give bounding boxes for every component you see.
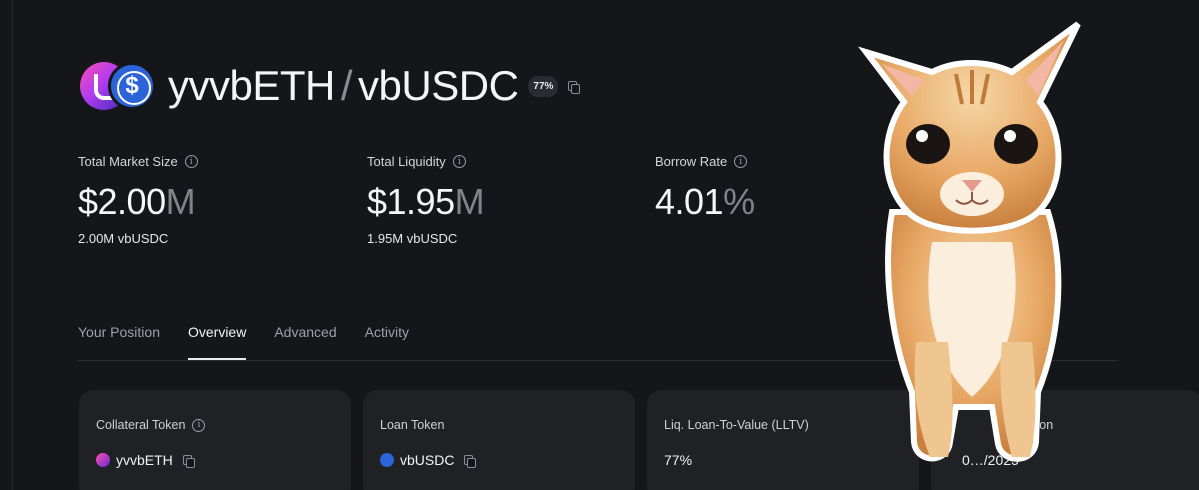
stat-value: $2.00M [78,181,196,222]
stat-subvalue: 2.00M vbUSDC [78,231,169,246]
card-collateral-token: Collateral Token i yvvbETH [79,390,351,490]
tab-advanced[interactable]: Advanced [274,320,336,360]
tab-activity[interactable]: Activity [365,320,409,360]
tab-your-position[interactable]: Your Position [78,320,160,360]
stat-label: Total Liquidity i [367,154,484,169]
card-value: yvvbETH [96,452,334,468]
stat-total-market-size: Total Market Size i $2.00M 2.00M vbUSDC [78,154,198,246]
info-icon[interactable]: i [184,155,198,168]
stat-value: 4.01% [655,181,755,222]
copy-icon[interactable] [182,454,195,468]
stat-subvalue: 1.95M vbUSDC [367,231,458,246]
stat-borrow-rate: Borrow Rate i 4.01% [655,154,755,223]
copy-icon[interactable] [464,454,477,468]
tab-overview[interactable]: Overview [187,320,247,360]
stat-label: Borrow Rate i [655,154,755,169]
card-loan-token: Loan Token vbUSDC [363,390,635,490]
market-page: $ yvvbETH / vbUSDC 77% Total Market Size i … [0,0,1199,490]
stat-label: Total Market Size i [78,154,198,169]
lltv-badge: 77% [528,75,559,97]
vbusdc-logo-icon: $ [108,62,156,110]
vbusdc-token-icon [380,453,394,467]
card-value: vbUSDC [380,452,618,468]
card-label: Collateral Token i [96,418,334,432]
copy-icon[interactable] [568,80,581,94]
sidebar-divider [12,0,13,490]
stat-total-liquidity: Total Liquidity i $1.95M 1.95M vbUSDC [367,154,485,246]
stat-value: $1.95M [367,181,485,222]
yvvbeth-token-icon [96,453,110,467]
card-label: Loan Token [380,418,445,432]
collateral-symbol: yvvbETH [168,62,335,109]
info-icon[interactable]: i [192,418,206,432]
cat-sticker-image [858,21,1081,462]
market-header: $ yvvbETH / vbUSDC 77% [80,60,581,112]
info-icon[interactable]: i [452,155,466,168]
pair-separator: / [340,62,353,109]
info-icon[interactable]: i [734,155,748,168]
loan-symbol: vbUSDC [358,62,519,109]
market-title: yvvbETH / vbUSDC [168,62,519,110]
pair-logos: $ [80,60,156,112]
